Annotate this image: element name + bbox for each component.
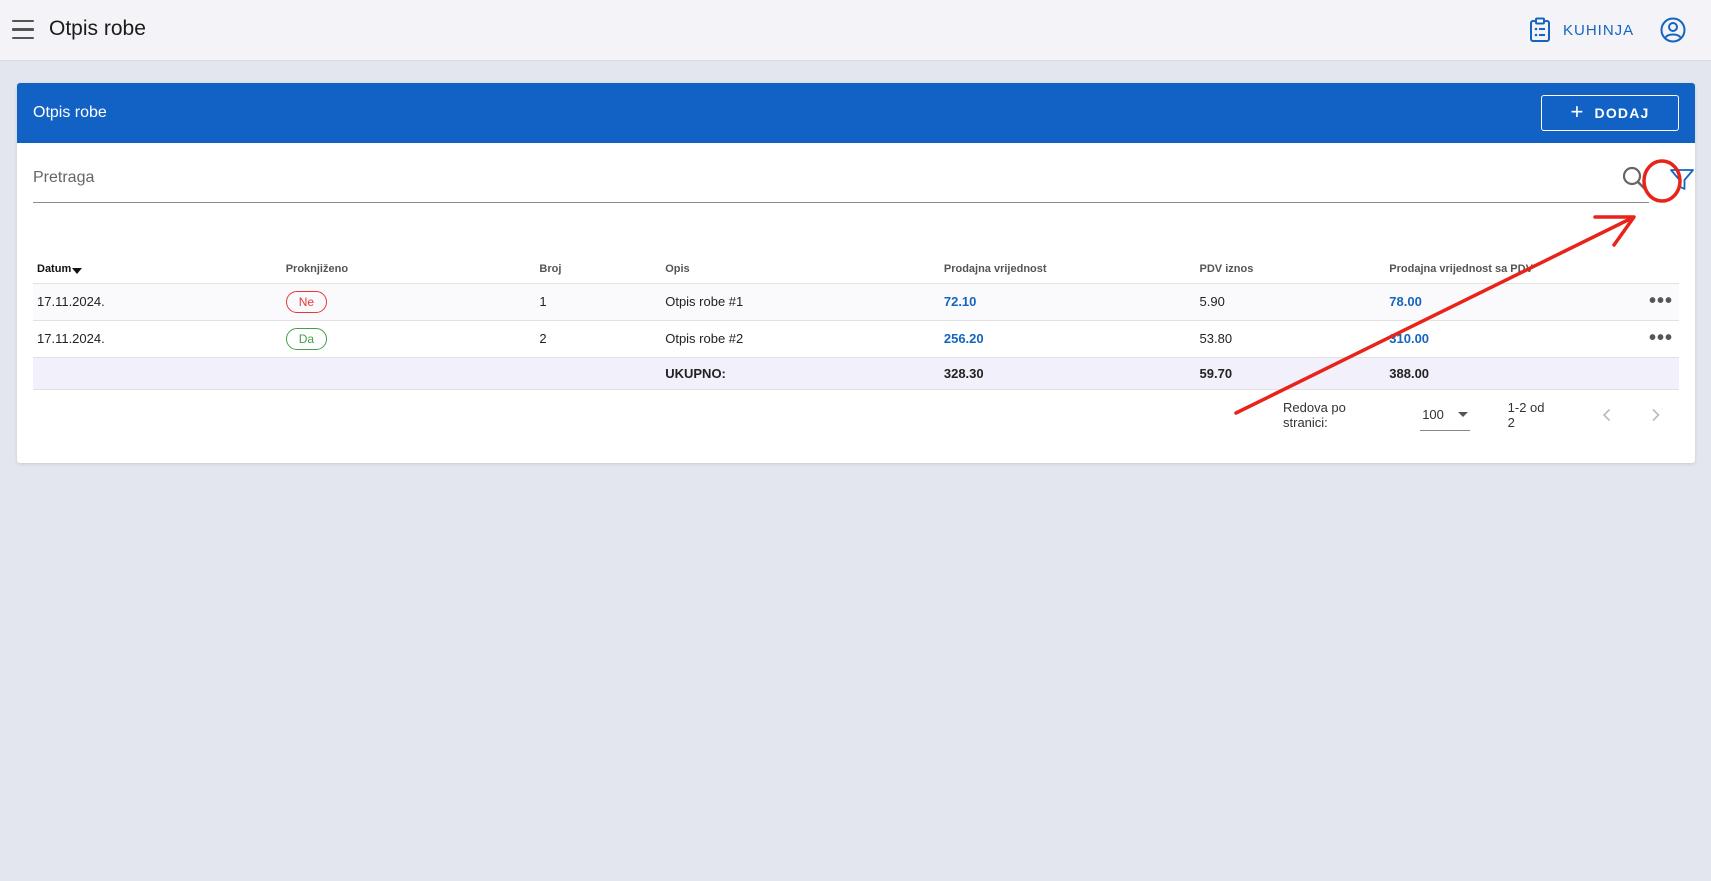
rows-per-page-select[interactable]: 100 <box>1420 399 1470 431</box>
column-prodajna-vrijednost-sa-pdv[interactable]: Prodajna vrijednost sa PDV <box>1385 255 1645 283</box>
cell-pdv-iznos: 53.80 <box>1195 319 1386 357</box>
cell-proknjizeno: Ne <box>281 282 536 320</box>
more-icon[interactable]: ••• <box>1644 282 1679 320</box>
cell-proknjizeno: Da <box>281 319 536 357</box>
total-prodajna-sa-pdv: 388.00 <box>1385 356 1645 390</box>
status-badge: Ne <box>285 290 328 313</box>
kuhinja-button[interactable]: KUHINJA <box>1529 17 1634 43</box>
kuhinja-label: KUHINJA <box>1563 21 1635 39</box>
cell-broj: 2 <box>535 319 662 357</box>
total-pdv-iznos: 59.70 <box>1195 356 1386 390</box>
table-header-row: Datum Proknjiženo Broj Opis Prodajna vri… <box>33 255 1679 283</box>
column-pdv-iznos[interactable]: PDV iznos <box>1196 255 1386 283</box>
cell-opis: Otpis robe #1 <box>661 282 940 320</box>
status-badge: Da <box>285 327 328 350</box>
search-field <box>33 163 1649 203</box>
card-title: Otpis robe <box>33 104 107 121</box>
app-bar: Otpis robe KUHINJA <box>0 0 1711 61</box>
add-button-label: DODAJ <box>1594 105 1650 121</box>
cell-broj: 1 <box>535 282 662 320</box>
total-prodajna-vrijednost: 328.30 <box>939 356 1196 390</box>
pagination: Redova po stranici: 100 1-2 od 2 <box>1283 399 1695 431</box>
cell-prodajna-vrijednost[interactable]: 256.20 <box>939 319 1196 357</box>
column-broj[interactable]: Broj <box>535 255 661 283</box>
total-row: UKUPNO: 328.30 59.70 388.00 <box>33 356 1679 390</box>
page-range: 1-2 od 2 <box>1507 400 1545 430</box>
cell-prodajna-vrijednost[interactable]: 72.10 <box>939 282 1196 320</box>
clipboard-icon <box>1530 17 1550 42</box>
search-icon[interactable] <box>1621 165 1649 193</box>
more-icon[interactable]: ••• <box>1644 319 1679 357</box>
filter-icon[interactable] <box>1668 166 1695 194</box>
column-proknjizeno[interactable]: Proknjiženo <box>282 255 536 283</box>
cell-prodajna-sa-pdv[interactable]: 78.00 <box>1385 282 1645 320</box>
plus-icon: + <box>1570 99 1585 124</box>
add-button[interactable]: + DODAJ <box>1541 95 1679 131</box>
column-actions <box>1645 255 1679 283</box>
column-opis[interactable]: Opis <box>661 255 940 283</box>
rows-per-page-label: Redova po stranici: <box>1283 400 1346 430</box>
writeoff-table: Datum Proknjiženo Broj Opis Prodajna vri… <box>33 255 1679 390</box>
writeoff-card: Otpis robe + DODAJ Datum Proknjiženo Bro… <box>17 83 1695 463</box>
cell-datum: 17.11.2024. <box>33 282 282 320</box>
column-prodajna-vrijednost[interactable]: Prodajna vrijednost <box>940 255 1196 283</box>
sort-desc-icon <box>72 267 83 274</box>
cell-prodajna-sa-pdv[interactable]: 310.00 <box>1385 319 1645 357</box>
card-header: Otpis robe + DODAJ <box>17 83 1695 143</box>
chevron-left-icon[interactable] <box>1598 405 1617 425</box>
total-label: UKUPNO: <box>661 356 940 390</box>
account-circle-icon[interactable] <box>1660 17 1686 43</box>
search-input[interactable] <box>33 169 1603 187</box>
table-row[interactable]: 17.11.2024. Da 2 Otpis robe #2 256.20 53… <box>33 319 1679 357</box>
column-datum[interactable]: Datum <box>33 255 282 283</box>
chevron-right-icon[interactable] <box>1646 405 1665 425</box>
page-title: Otpis robe <box>49 17 146 40</box>
rows-per-page-value: 100 <box>1422 407 1444 422</box>
table-row[interactable]: 17.11.2024. Ne 1 Otpis robe #1 72.10 5.9… <box>33 282 1679 320</box>
menu-icon[interactable] <box>12 20 34 40</box>
cell-datum: 17.11.2024. <box>33 319 282 357</box>
chevron-down-icon <box>1457 412 1468 417</box>
cell-pdv-iznos: 5.90 <box>1195 282 1386 320</box>
cell-opis: Otpis robe #2 <box>661 319 940 357</box>
